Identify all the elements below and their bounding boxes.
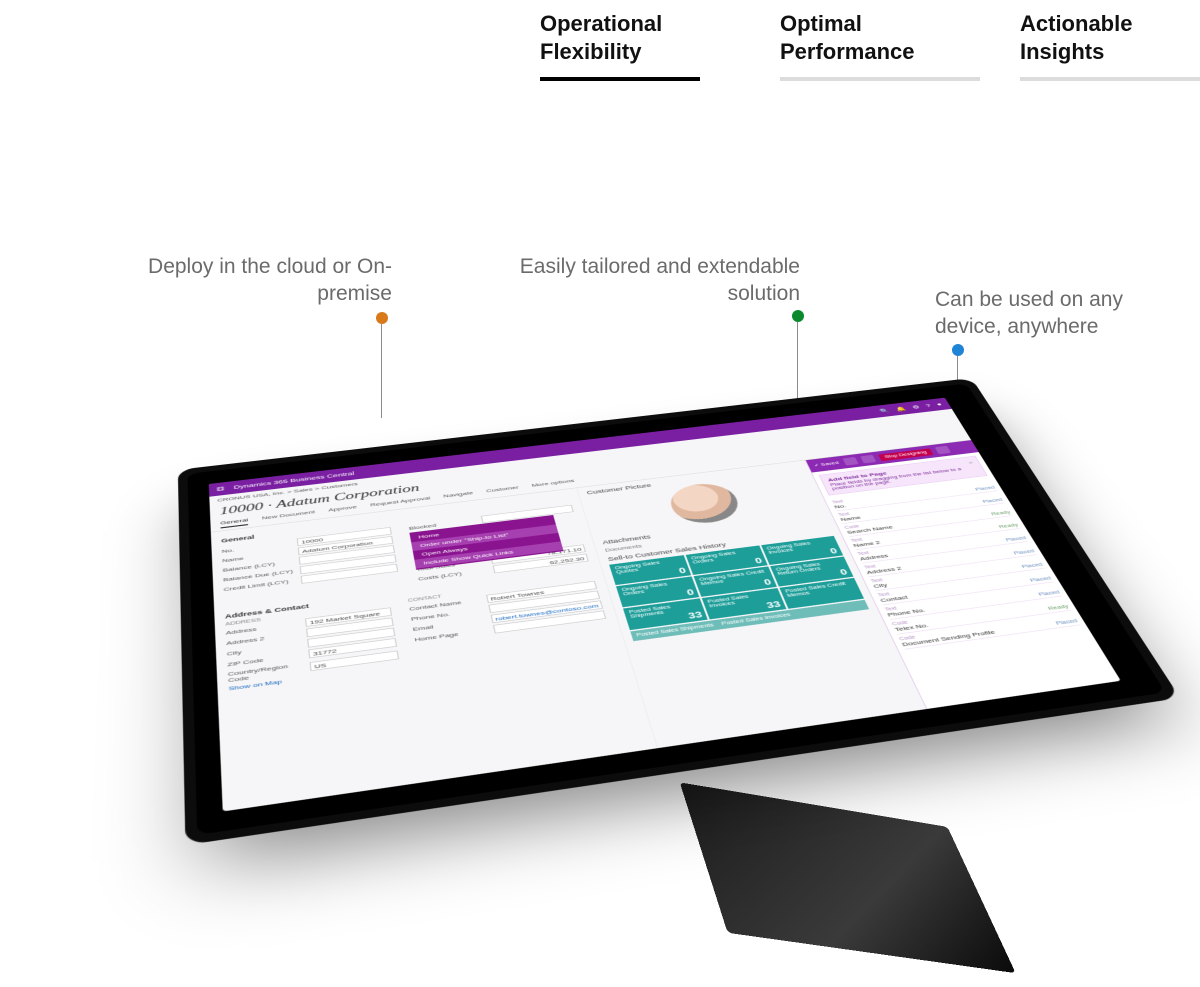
feature-tabs: Operational Flexibility Optimal Performa… — [540, 10, 1200, 81]
tab-underline — [1020, 77, 1200, 81]
designer-icon[interactable] — [860, 455, 876, 464]
kickstand — [680, 782, 1016, 973]
tab-underline — [780, 77, 980, 81]
tab-underline — [540, 77, 700, 81]
tablet-device: ⚃ Dynamics 365 Business Central 🔍 🔔 ⚙ ? … — [178, 378, 1180, 845]
tab-operational-flexibility[interactable]: Operational Flexibility — [540, 10, 740, 81]
tab-label: Operational Flexibility — [540, 10, 740, 65]
tab-optimal-performance[interactable]: Optimal Performance — [780, 10, 980, 81]
app-screen: ⚃ Dynamics 365 Business Central 🔍 🔔 ⚙ ? … — [209, 398, 1121, 812]
device-scene: ⚃ Dynamics 365 Business Central 🔍 🔔 ⚙ ? … — [40, 290, 1160, 830]
history-tiles: Ongoing Sales Quotes0 Ongoing Sales Orde… — [610, 536, 864, 630]
tab-label: Actionable Insights — [1020, 10, 1200, 65]
gear-icon[interactable]: ⚙ — [911, 404, 921, 410]
tablet-bezel: ⚃ Dynamics 365 Business Central 🔍 🔔 ⚙ ? … — [187, 383, 1165, 835]
designer-more-icon[interactable] — [935, 446, 951, 454]
tab-label: Optimal Performance — [780, 10, 980, 65]
stop-designing-button[interactable]: Stop Designing — [878, 448, 934, 461]
saved-indicator: ✓ Saved — [813, 461, 840, 468]
tab-actionable-insights[interactable]: Actionable Insights — [1020, 10, 1200, 81]
avatar-icon[interactable]: ● — [936, 402, 943, 407]
field-name: City — [872, 582, 888, 589]
bell-icon[interactable]: 🔔 — [895, 406, 908, 412]
customer-avatar — [664, 481, 744, 527]
designer-icon[interactable] — [842, 457, 858, 466]
field-status: Placed — [1055, 619, 1079, 626]
waffle-icon[interactable]: ⚃ — [217, 486, 225, 493]
field-name: No. — [833, 503, 847, 509]
search-icon[interactable]: 🔍 — [878, 408, 890, 414]
help-icon[interactable]: ? — [925, 403, 932, 408]
saved-label: Saved — [820, 461, 839, 467]
